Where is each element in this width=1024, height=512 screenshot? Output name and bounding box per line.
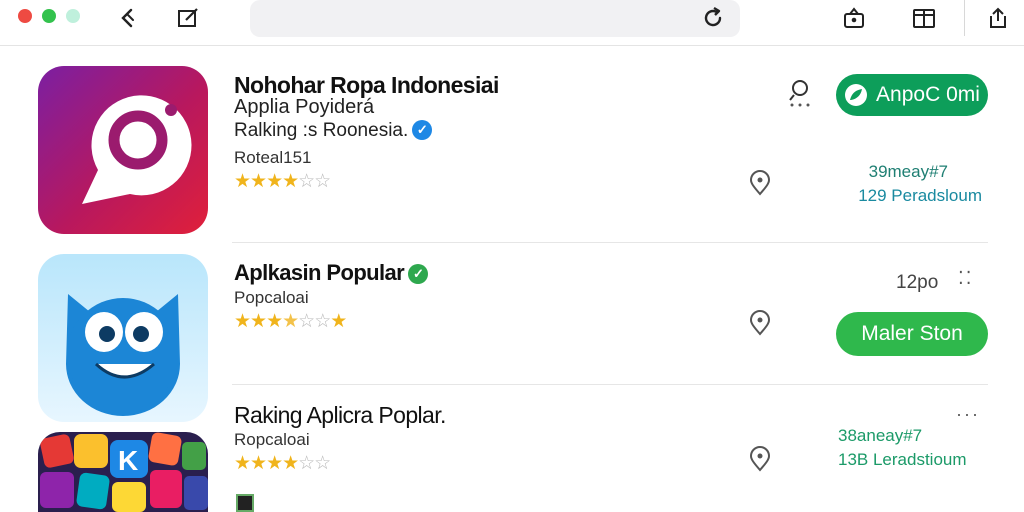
app-meta-line2: 129 Peradsloum (858, 186, 982, 205)
install-button[interactable]: Maler Ston (836, 312, 988, 356)
app-code: Roteal151 (234, 148, 312, 167)
tabs-icon[interactable] (912, 6, 936, 30)
app-meta-line1: 39meay#7 (868, 162, 948, 181)
svg-text:K: K (118, 445, 138, 476)
install-button-label: Maler Ston (861, 322, 963, 345)
row-divider (232, 384, 988, 385)
app-name[interactable]: Aplkasin Popular (234, 260, 405, 285)
app-name[interactable]: Raking Aplicra Poplar. (234, 402, 446, 429)
get-app-button[interactable]: AnpoC 0mi (836, 74, 988, 116)
app-publisher: Applia Poyiderá (234, 96, 375, 118)
maximize-window-button[interactable] (42, 9, 56, 23)
app-publisher: Popcaloai (234, 288, 309, 307)
verified-check-icon: ✓ (408, 264, 429, 284)
games-collage-app-icon[interactable]: K (38, 432, 208, 512)
app-meta-line2: 13B Leradstioum (838, 450, 967, 469)
star-rating: ★★★★☆☆★ (234, 311, 347, 332)
back-chevron-icon[interactable] (116, 6, 140, 30)
row-divider (232, 242, 988, 243)
verified-check-icon: ✓ (412, 120, 433, 140)
location-pin-icon[interactable] (748, 310, 772, 336)
star-rating: ★★★★☆☆ (234, 453, 331, 474)
app-ranking-line: Ralking :s Roonesia. ✓ (234, 120, 433, 142)
app-publisher: Ropcaloai (234, 430, 310, 449)
app-ranking: Ralking :s Roonesia. (234, 120, 409, 141)
share-icon[interactable] (986, 6, 1010, 30)
more-dots-icon[interactable]: ··· (956, 404, 980, 425)
app-list-item[interactable]: K Raking Aplicra Poplar. Ropcaloai ★★★★☆… (0, 386, 1024, 512)
chat-camera-app-icon[interactable] (38, 66, 208, 234)
app-meta-line1: 38aneay#7 (838, 426, 923, 445)
location-pin-icon[interactable] (748, 170, 772, 196)
reload-icon[interactable] (700, 5, 726, 31)
toolbar-divider (964, 0, 965, 36)
location-pin-icon[interactable] (748, 446, 772, 472)
compose-icon[interactable] (176, 6, 200, 30)
browser-toolbar (0, 0, 1024, 46)
small-badge-icon (236, 494, 254, 512)
app-name[interactable]: Nohohar Ropa Indonesiai (234, 72, 499, 99)
close-window-button[interactable] (18, 9, 32, 23)
more-dots-icon[interactable]: ⁚⁚ (958, 268, 973, 289)
app-name-line: Aplkasin Popular ✓ (234, 260, 429, 286)
leaf-icon (845, 84, 868, 106)
share-bag-icon[interactable] (842, 6, 866, 30)
app-time: 12po (896, 272, 939, 293)
star-rating: ★★★★☆☆ (234, 171, 331, 192)
get-app-button-label: AnpoC 0mi (876, 83, 980, 106)
search-icon[interactable] (788, 78, 814, 108)
minimize-window-button[interactable] (66, 9, 80, 23)
address-bar[interactable] (250, 0, 740, 37)
